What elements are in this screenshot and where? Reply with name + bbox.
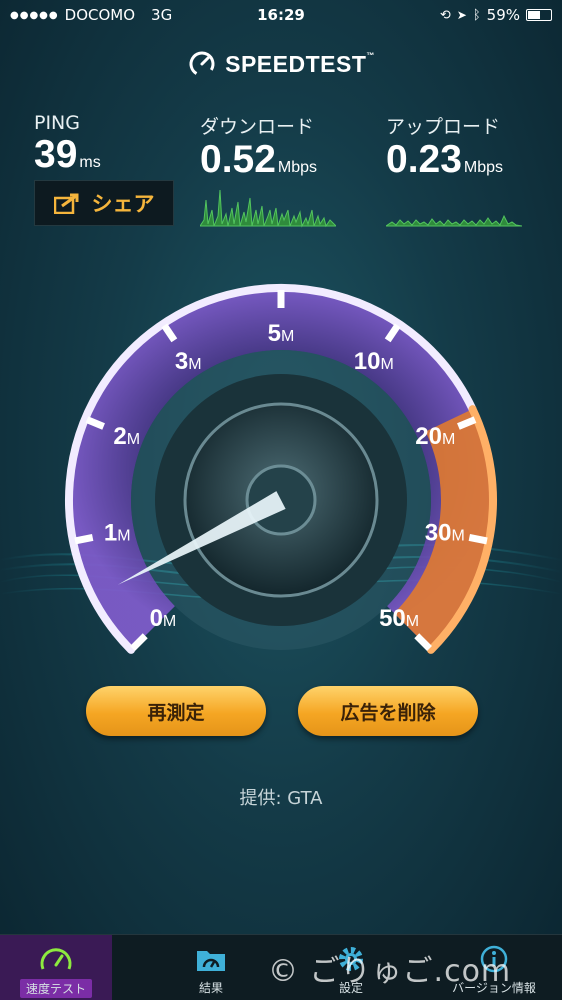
download-sparkline — [200, 189, 336, 228]
provider-text: 提供: GTA — [239, 788, 323, 809]
battery-icon — [526, 9, 552, 21]
ping-value-row: 39 ms — [34, 134, 101, 184]
gauge-tick-label: 0M — [150, 605, 177, 632]
speedometer-icon — [40, 948, 72, 970]
status-bar: ●●●●● DOCOMO 3G 16:29 ⟲ ➤ ᛒ 59% — [0, 0, 562, 30]
tab-results-label: 結果 — [198, 981, 223, 995]
status-right: ⟲ ➤ ᛒ 59% — [440, 6, 552, 24]
upload-label: アップロード — [386, 116, 501, 138]
location-arrow-icon: ➤ — [456, 8, 467, 22]
upload-unit: Mbps — [463, 159, 504, 176]
trademark: ™ — [366, 50, 375, 60]
results-folder-icon — [197, 951, 225, 971]
watermark: © ごりゅご.com — [268, 954, 512, 989]
upload-metric: アップロード 0.23 Mbps — [386, 112, 503, 189]
download-unit: Mbps — [277, 159, 318, 176]
ping-value: 39 — [34, 133, 78, 176]
download-label: ダウンロード — [200, 116, 315, 138]
app-header: SPEEDTEST™ — [0, 46, 562, 82]
tab-speed-test-label: 速度テスト — [19, 979, 92, 998]
speedtest-logo-icon — [189, 51, 215, 77]
upload-sparkline — [386, 214, 522, 227]
remove-ads-button-label: 広告を削除 — [340, 701, 436, 724]
app-title-text: SPEEDTEST — [225, 50, 367, 77]
battery-fill — [528, 11, 541, 19]
download-metric: ダウンロード 0.52 Mbps — [200, 112, 317, 189]
bluetooth-icon: ᛒ — [472, 7, 481, 23]
battery-percent: 59% — [486, 6, 520, 24]
share-icon — [53, 193, 78, 214]
share-button[interactable]: シェア — [34, 180, 174, 226]
gauge-tick-mark — [468, 534, 488, 545]
upload-value: 0.23 — [386, 138, 462, 181]
tab-speed-test[interactable]: 速度テスト — [0, 935, 112, 1000]
retest-button[interactable]: 再測定 — [86, 686, 266, 736]
share-button-label: シェア — [91, 192, 155, 216]
app-title: SPEEDTEST™ — [225, 51, 375, 78]
speed-gauge: 0M1M2M3M5M10M20M30M50M — [0, 284, 562, 654]
remove-ads-button[interactable]: 広告を削除 — [298, 686, 478, 736]
gauge-tick-mark — [74, 534, 94, 545]
ping-metric: PING 39 ms — [34, 112, 101, 184]
download-value: 0.52 — [200, 138, 276, 181]
retest-button-label: 再測定 — [147, 701, 205, 724]
rotation-lock-icon: ⟲ — [439, 7, 451, 23]
tab-results[interactable]: 結果 — [155, 935, 267, 1000]
ping-label: PING — [34, 112, 80, 134]
ping-unit: ms — [79, 154, 101, 171]
